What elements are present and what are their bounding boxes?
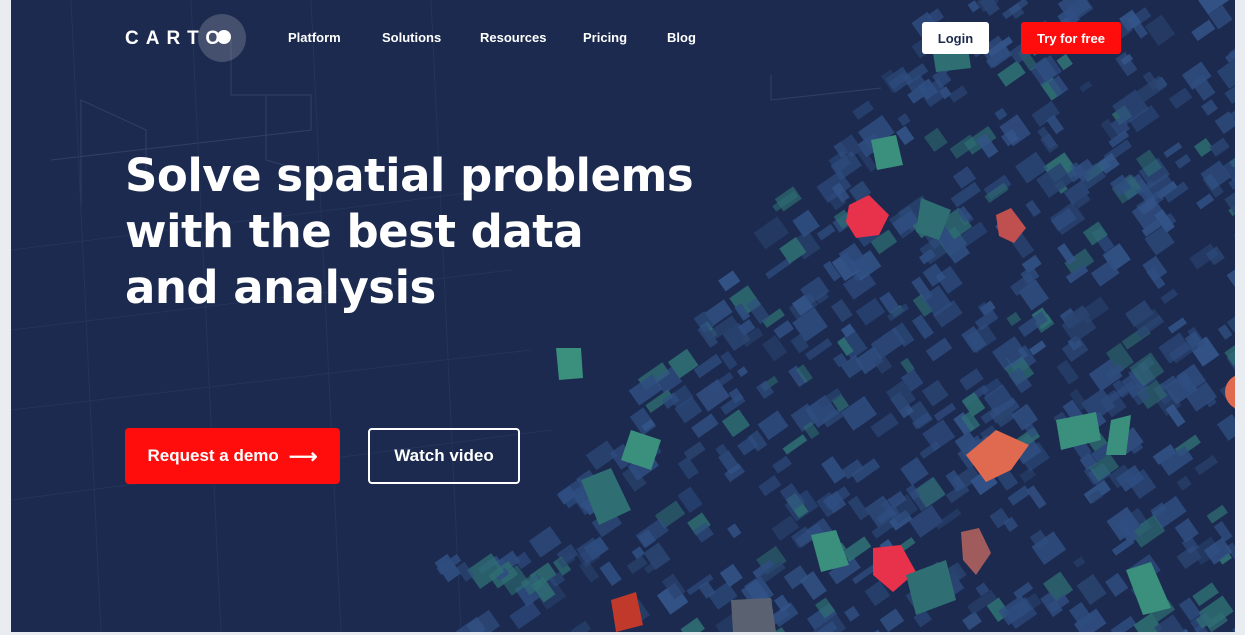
map-building bbox=[765, 257, 792, 280]
map-building bbox=[1110, 615, 1137, 632]
map-building bbox=[1168, 87, 1193, 109]
map-building bbox=[925, 337, 953, 362]
map-building bbox=[1233, 221, 1235, 254]
map-building bbox=[1007, 485, 1031, 506]
map-building bbox=[933, 402, 957, 422]
map-building bbox=[842, 536, 872, 562]
map-building bbox=[1209, 137, 1230, 157]
map-building bbox=[528, 526, 562, 558]
map-building bbox=[1006, 311, 1022, 327]
map-building bbox=[757, 410, 789, 441]
watch-video-button[interactable]: Watch video bbox=[368, 428, 520, 484]
request-demo-button[interactable]: Request a demo ⟶ bbox=[125, 428, 340, 484]
nav-solutions[interactable]: Solutions bbox=[382, 30, 441, 45]
arrow-right-icon: ⟶ bbox=[288, 445, 318, 468]
map-building bbox=[961, 392, 986, 417]
map-building bbox=[1026, 485, 1047, 509]
map-building bbox=[921, 379, 949, 407]
map-building bbox=[1165, 403, 1186, 428]
carto-logo[interactable]: CARTO bbox=[125, 28, 227, 50]
map-building bbox=[1019, 467, 1037, 484]
login-button[interactable]: Login bbox=[922, 22, 989, 54]
headline-line-3: and analysis bbox=[125, 261, 436, 314]
map-building bbox=[1076, 574, 1107, 605]
map-building bbox=[1206, 504, 1228, 524]
map-building bbox=[693, 353, 723, 379]
headline-line-2: with the best data bbox=[125, 205, 584, 258]
map-building bbox=[1196, 193, 1215, 210]
nav-blog[interactable]: Blog bbox=[667, 30, 696, 45]
map-building bbox=[924, 127, 948, 152]
map-building bbox=[852, 100, 874, 120]
map-building bbox=[680, 617, 705, 632]
map-building bbox=[1217, 413, 1235, 441]
map-building bbox=[1025, 199, 1041, 218]
map-building bbox=[1158, 332, 1192, 364]
map-building bbox=[720, 350, 738, 370]
map-building bbox=[691, 413, 719, 439]
map-building bbox=[773, 320, 794, 339]
map-building bbox=[922, 419, 956, 452]
map-building bbox=[1176, 475, 1192, 491]
map-building bbox=[509, 600, 541, 630]
map-building bbox=[1073, 556, 1086, 568]
map-building bbox=[1079, 80, 1093, 93]
map-building bbox=[896, 125, 915, 146]
map-building bbox=[677, 456, 699, 480]
nav-platform[interactable]: Platform bbox=[288, 30, 341, 45]
map-building bbox=[962, 611, 982, 631]
map-building bbox=[762, 335, 788, 362]
top-navigation: CARTO Platform Solutions Resources Prici… bbox=[11, 0, 1235, 76]
map-building bbox=[805, 338, 833, 361]
map-building bbox=[1226, 260, 1235, 295]
map-building bbox=[1201, 99, 1219, 116]
map-building bbox=[830, 299, 853, 323]
map-building bbox=[753, 216, 789, 250]
map-building bbox=[1056, 359, 1079, 385]
map-building bbox=[905, 400, 934, 430]
map-building bbox=[1232, 621, 1235, 632]
map-building bbox=[1167, 317, 1187, 334]
map-building bbox=[1174, 518, 1199, 543]
map-building bbox=[1160, 288, 1178, 304]
map-building bbox=[816, 223, 836, 241]
try-for-free-button[interactable]: Try for free bbox=[1021, 22, 1121, 54]
city-map-background bbox=[11, 0, 1235, 632]
map-building bbox=[772, 455, 792, 474]
map-building bbox=[863, 629, 889, 632]
map-building bbox=[1174, 153, 1192, 169]
map-building bbox=[792, 209, 820, 238]
map-building bbox=[994, 107, 1008, 121]
nav-resources[interactable]: Resources bbox=[480, 30, 546, 45]
map-building bbox=[959, 368, 984, 391]
map-building bbox=[719, 563, 743, 588]
map-building bbox=[900, 457, 929, 486]
map-building bbox=[879, 608, 905, 632]
map-building bbox=[870, 412, 899, 438]
landing-page: CARTO Platform Solutions Resources Prici… bbox=[11, 0, 1235, 632]
map-building bbox=[1213, 520, 1233, 543]
hero-headline: Solve spatial problems with the best dat… bbox=[125, 148, 725, 316]
nav-pricing[interactable]: Pricing bbox=[583, 30, 627, 45]
headline-line-1: Solve spatial problems bbox=[125, 149, 694, 202]
map-building bbox=[1163, 142, 1183, 158]
map-building bbox=[948, 85, 968, 103]
map-building bbox=[782, 434, 808, 455]
map-building bbox=[855, 297, 886, 326]
map-building bbox=[585, 440, 618, 471]
map-building bbox=[844, 605, 860, 622]
map-building bbox=[758, 475, 782, 497]
map-building bbox=[1194, 454, 1219, 476]
map-building bbox=[570, 620, 592, 632]
map-building bbox=[727, 523, 742, 539]
map-building bbox=[911, 314, 934, 340]
map-building bbox=[737, 366, 749, 378]
map-building bbox=[599, 561, 622, 587]
request-demo-label: Request a demo bbox=[147, 446, 279, 465]
map-building bbox=[1105, 572, 1129, 597]
map-building bbox=[1029, 340, 1047, 356]
map-building bbox=[897, 113, 911, 127]
